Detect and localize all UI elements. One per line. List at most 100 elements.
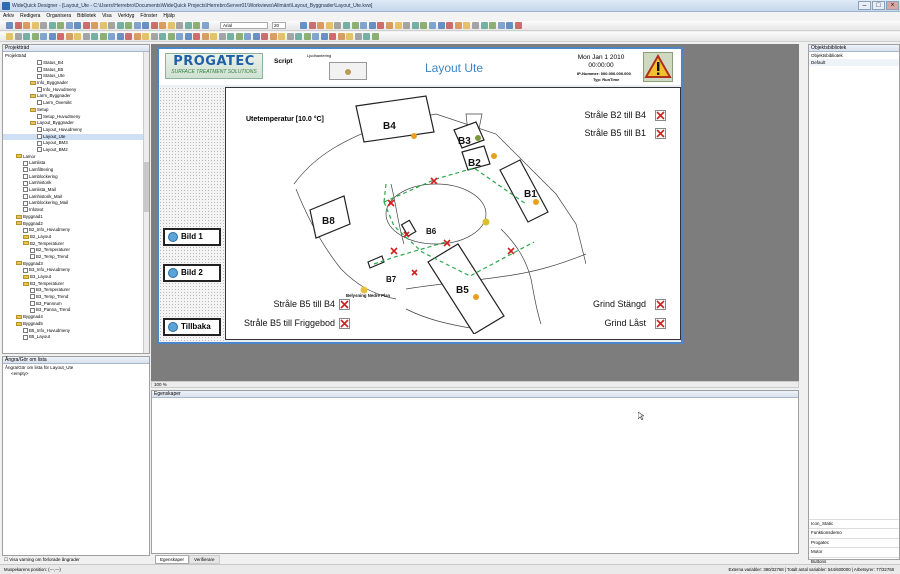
- menu-fonster[interactable]: Fönster: [137, 12, 160, 20]
- toolbar-tool-icon[interactable]: [167, 22, 175, 29]
- toolbar-tool-icon[interactable]: [343, 22, 350, 29]
- toolbar-tool-icon[interactable]: [278, 33, 285, 40]
- toolbar-tool-icon[interactable]: [515, 22, 522, 29]
- object-library-item[interactable]: Motor: [809, 547, 899, 556]
- toolbar-tool-icon[interactable]: [252, 33, 260, 40]
- tree-item[interactable]: Infotext: [3, 207, 149, 214]
- alarm-warning-button[interactable]: [643, 52, 673, 82]
- toolbar-tool-icon[interactable]: [125, 22, 132, 29]
- tree-item[interactable]: B5_Info_Huvudmeny: [3, 328, 149, 335]
- toolbar-tool-icon[interactable]: [320, 33, 328, 40]
- menu-verktyg[interactable]: Verktyg: [115, 12, 138, 20]
- tree-item[interactable]: Info_Huvudmeny: [3, 87, 149, 94]
- toolbar-tool-icon[interactable]: [386, 22, 393, 29]
- toolbar-tool-icon[interactable]: [235, 33, 243, 40]
- tree-item[interactable]: B2_Temperaturer: [3, 241, 149, 248]
- toolbar-tool-icon[interactable]: [489, 22, 497, 29]
- alarm-b5-b4-button[interactable]: [339, 299, 350, 310]
- toolbar-tool-icon[interactable]: [184, 33, 192, 40]
- tree-item[interactable]: Layout_BM2: [3, 147, 149, 154]
- toolbar-tool-icon[interactable]: [334, 22, 342, 29]
- toolbar-tool-icon[interactable]: [303, 33, 311, 40]
- toolbar-tool-icon[interactable]: [65, 33, 73, 40]
- toolbar-tool-icon[interactable]: [201, 22, 209, 29]
- menu-visa[interactable]: Visa: [99, 12, 115, 20]
- toolbar-tool-icon[interactable]: [108, 22, 115, 29]
- menu-organisera[interactable]: Organisera: [43, 12, 74, 20]
- toolbar-tool-icon[interactable]: [150, 22, 158, 29]
- tree-item[interactable]: Lamfiltrering: [3, 167, 149, 174]
- toolbar-tool-icon[interactable]: [184, 22, 192, 29]
- toolbar-tool-icon[interactable]: [244, 33, 251, 40]
- toolbar-tool-icon[interactable]: [360, 22, 368, 29]
- alarm-b5-b1-button[interactable]: [655, 128, 666, 139]
- tree-item[interactable]: Lamblockering_Mail: [3, 200, 149, 207]
- tree-item[interactable]: B3_Panna_Trend: [3, 307, 149, 314]
- tree-item[interactable]: Setup_Huvudmeny: [3, 114, 149, 121]
- toolbar-tool-icon[interactable]: [420, 22, 428, 29]
- toolbar-tool-icon[interactable]: [363, 33, 370, 40]
- toolbar-tool-icon[interactable]: [99, 33, 107, 40]
- tree-item[interactable]: Status_Ute: [3, 73, 149, 80]
- nav-bild1-button[interactable]: Bild 1: [163, 228, 221, 246]
- toolbar-tool-icon[interactable]: [99, 22, 107, 29]
- toolbar-tool-icon[interactable]: [48, 33, 56, 40]
- toolbar-tool-icon[interactable]: [23, 22, 30, 29]
- toolbar-tool-icon[interactable]: [480, 22, 488, 29]
- nav-bild2-button[interactable]: Bild 2: [163, 264, 221, 282]
- toolbar-tool-icon[interactable]: [351, 22, 359, 29]
- toolbar-tool-icon[interactable]: [337, 33, 345, 40]
- toolbar-tool-icon[interactable]: [210, 33, 217, 40]
- zoom-level[interactable]: 100 %: [154, 382, 167, 387]
- menu-arkiv[interactable]: Arkiv: [0, 12, 17, 20]
- nav-back-button[interactable]: Tillbaka: [163, 318, 221, 336]
- toolbar-tool-icon[interactable]: [159, 22, 166, 29]
- toolbar-tool-icon[interactable]: [31, 33, 39, 40]
- font-size-select[interactable]: 20: [272, 22, 286, 29]
- tree-item[interactable]: Layout_BM3: [3, 140, 149, 147]
- toolbar-tool-icon[interactable]: [472, 22, 479, 29]
- toolbar-tool-icon[interactable]: [74, 33, 81, 40]
- toolbar-tool-icon[interactable]: [394, 22, 402, 29]
- toolbar-tool-icon[interactable]: [463, 22, 471, 29]
- toolbar-tool-icon[interactable]: [40, 33, 47, 40]
- tree-item[interactable]: Lamhistorik_Mail: [3, 194, 149, 201]
- menu-hjalp[interactable]: Hjälp: [160, 12, 177, 20]
- tree-item[interactable]: Lamblockering: [3, 174, 149, 181]
- toolbar-tool-icon[interactable]: [6, 33, 13, 40]
- object-library-item[interactable]: Progatec: [809, 537, 899, 547]
- toolbar-tool-icon[interactable]: [329, 33, 336, 40]
- toolbar-tool-icon[interactable]: [218, 33, 226, 40]
- tab-verifierare[interactable]: Verifierare: [189, 555, 220, 564]
- toolbar-tool-icon[interactable]: [261, 33, 268, 40]
- toolbar-tool-icon[interactable]: [300, 22, 307, 29]
- toolbar-tool-icon[interactable]: [108, 33, 115, 40]
- toolbar-tool-icon[interactable]: [57, 33, 64, 40]
- object-library-default[interactable]: Default: [809, 59, 899, 66]
- tree-item[interactable]: Larm_Byggnader: [3, 93, 149, 100]
- tree-item[interactable]: Lamlista: [3, 160, 149, 167]
- menu-redigera[interactable]: Redigera: [17, 12, 43, 20]
- alarm-friggebod-button[interactable]: [339, 318, 350, 329]
- tree-item[interactable]: Layout_Ute: [3, 133, 149, 141]
- toolbar-tool-icon[interactable]: [506, 22, 514, 29]
- toolbar-tool-icon[interactable]: [286, 33, 294, 40]
- toolbar-tool-icon[interactable]: [437, 22, 445, 29]
- tree-item[interactable]: Lamhistorik: [3, 180, 149, 187]
- alarm-grind-stangd-button[interactable]: [655, 299, 666, 310]
- tree-item[interactable]: Setup: [3, 107, 149, 114]
- toolbar-tool-icon[interactable]: [176, 22, 183, 29]
- toolbar-tool-icon[interactable]: [377, 22, 385, 29]
- toolbar-tool-icon[interactable]: [48, 22, 56, 29]
- toolbar-tool-icon[interactable]: [74, 22, 81, 29]
- tree-item[interactable]: B2_Layout: [3, 234, 149, 241]
- tree-item[interactable]: B3_Pannrum: [3, 301, 149, 308]
- alarm-b2-b4-button[interactable]: [655, 110, 666, 121]
- toolbar-tool-icon[interactable]: [308, 22, 316, 29]
- tree-item[interactable]: B2_Info_Huvudmeny: [3, 227, 149, 234]
- tree-item[interactable]: Info_Byggnader: [3, 80, 149, 87]
- font-select[interactable]: Arial: [220, 22, 268, 29]
- tree-item[interactable]: Larm_Översikt: [3, 100, 149, 107]
- menu-bibliotek[interactable]: Bibliotek: [74, 12, 99, 20]
- tree-item[interactable]: B5_Layout: [3, 334, 149, 341]
